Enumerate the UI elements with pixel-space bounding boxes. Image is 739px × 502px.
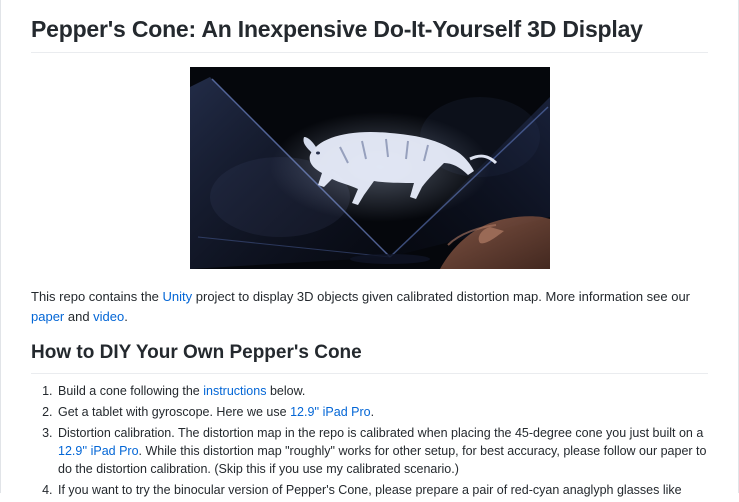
intro-text-1: This repo contains the bbox=[31, 289, 163, 304]
list-item: Get a tablet with gyroscope. Here we use… bbox=[56, 403, 708, 421]
ipad-pro-link[interactable]: 12.9'' iPad Pro bbox=[290, 405, 371, 419]
step-4-text: If you want to try the binocular version… bbox=[58, 483, 682, 497]
list-item: Build a cone following the instructions … bbox=[56, 382, 708, 400]
intro-text-4: . bbox=[124, 309, 128, 324]
list-item: Distortion calibration. The distortion m… bbox=[56, 424, 708, 478]
intro-paragraph: This repo contains the Unity project to … bbox=[31, 287, 708, 327]
list-item: If you want to try the binocular version… bbox=[56, 481, 708, 499]
page-border-left bbox=[0, 0, 1, 493]
paper-link[interactable]: paper bbox=[31, 309, 64, 324]
page: Pepper's Cone: An Inexpensive Do-It-Your… bbox=[0, 0, 739, 497]
unity-link[interactable]: Unity bbox=[163, 289, 193, 304]
readme-content: Pepper's Cone: An Inexpensive Do-It-Your… bbox=[31, 0, 708, 502]
step-1-suffix: below. bbox=[266, 384, 306, 398]
intro-text-2: project to display 3D objects given cali… bbox=[192, 289, 691, 304]
step-3-text: Distortion calibration. The distortion m… bbox=[58, 426, 704, 440]
hero-image bbox=[189, 67, 550, 269]
step-1-text: Build a cone following the bbox=[58, 384, 204, 398]
step-2-text: Get a tablet with gyroscope. Here we use bbox=[58, 405, 291, 419]
steps-list: Build a cone following the instructions … bbox=[31, 382, 708, 499]
step-2-suffix: . bbox=[370, 405, 375, 419]
page-title: Pepper's Cone: An Inexpensive Do-It-Your… bbox=[31, 0, 708, 53]
tiger-hologram-illustration bbox=[189, 67, 550, 269]
instructions-link[interactable]: instructions bbox=[203, 384, 266, 398]
intro-text-3: and bbox=[64, 309, 94, 324]
hero-image-container bbox=[31, 67, 708, 269]
ipad-pro-link-2[interactable]: 12.9'' iPad Pro bbox=[58, 444, 139, 458]
video-link[interactable]: video bbox=[93, 309, 124, 324]
section-heading: How to DIY Your Own Pepper's Cone bbox=[31, 341, 708, 374]
step-3-suffix: . While this distortion map "roughly" wo… bbox=[58, 444, 707, 476]
